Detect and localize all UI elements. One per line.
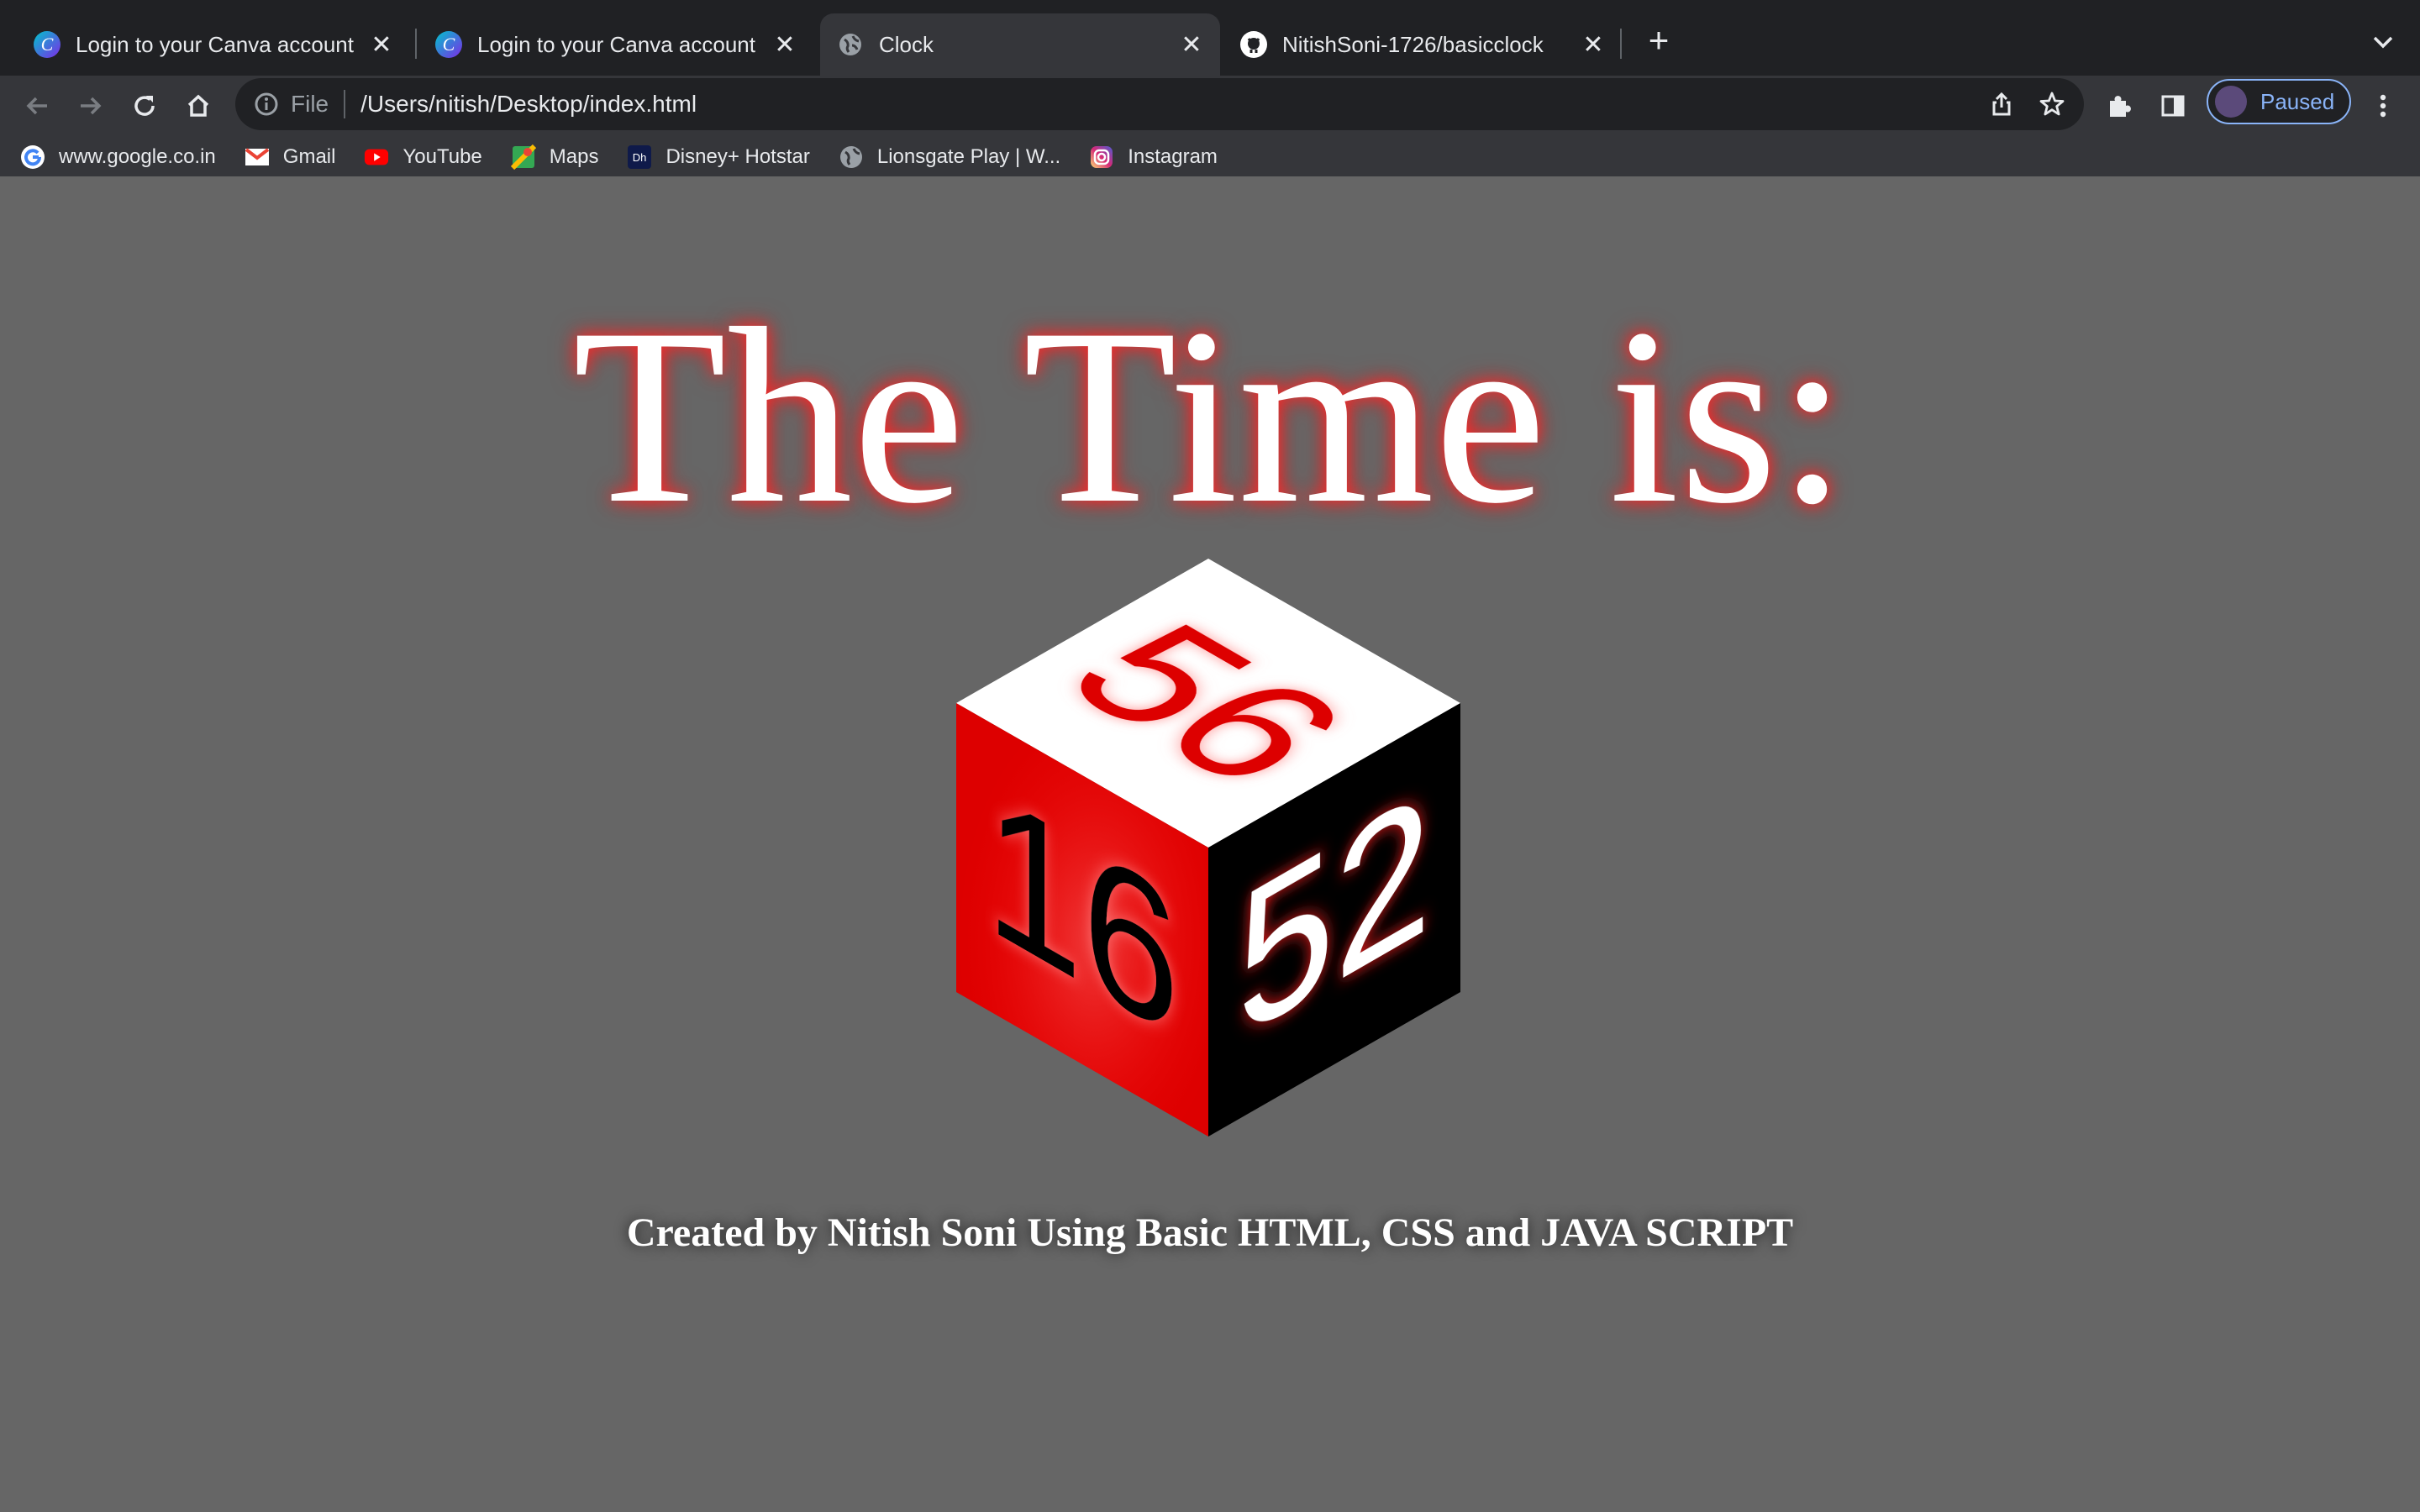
tab-strip: C Login to your Canva account ✕ C Login … [0,0,2420,76]
avatar [2215,86,2247,118]
maps-icon [510,144,536,170]
bookmark-label: Lionsgate Play | W... [876,145,1061,168]
canva-icon: C [34,31,60,58]
bookmark-label: YouTube [402,145,482,168]
hotstar-icon: Dh [627,144,652,170]
tab-divider [1620,29,1622,59]
close-icon[interactable]: ✕ [770,29,800,60]
profile-button[interactable]: Paused [2207,79,2351,124]
profile-status-label: Paused [2260,88,2335,114]
page-title: The Time is: [572,276,1848,555]
url-text[interactable]: /Users/nitish/Desktop/index.html [360,91,1983,118]
bookmark-hotstar[interactable]: Dh Disney+ Hotstar [627,144,810,170]
gmail-icon [245,144,270,170]
tab-title: Login to your Canva account [477,31,755,57]
bookmark-label: Gmail [282,145,336,168]
globe-icon [837,31,864,58]
browser-toolbar: File /Users/nitish/Desktop/index.html Pa… [0,76,2420,176]
bookmark-lionsgate[interactable]: Lionsgate Play | W... [839,144,1060,170]
tab-title: Clock [879,31,934,57]
chevron-down-icon [2373,36,2393,49]
bookmark-maps[interactable]: Maps [510,144,599,170]
arrow-left-icon [26,97,47,115]
side-panel-icon [2161,95,2185,117]
back-button[interactable] [15,84,59,128]
tab-search-button[interactable] [2366,25,2400,59]
globe-icon [839,144,864,170]
tab-canva-login-1[interactable]: C Login to your Canva account ✕ [17,13,410,76]
arrow-right-icon [81,97,102,115]
tab-canva-login-2[interactable]: C Login to your Canva account ✕ [418,13,813,76]
forward-button[interactable] [69,84,113,128]
tab-title: NitishSoni-1726/basicclock [1282,31,1544,57]
star-icon[interactable] [2033,86,2070,123]
share-icon[interactable] [1983,86,2020,123]
home-icon [187,94,209,117]
bookmark-label: Instagram [1128,145,1218,168]
bookmark-label: Disney+ Hotstar [666,145,810,168]
puzzle-icon [2110,96,2131,117]
github-icon [1240,31,1267,58]
url-divider [344,90,346,118]
reload-icon [134,96,155,116]
tab-github-repo[interactable]: NitishSoni-1726/basicclock ✕ [1223,13,1622,76]
close-icon[interactable]: ✕ [1578,29,1608,60]
menu-button[interactable] [2361,84,2405,128]
bookmark-gmail[interactable]: Gmail [245,144,336,170]
address-bar[interactable]: File /Users/nitish/Desktop/index.html [235,78,2084,130]
tab-title: Login to your Canva account [76,31,354,57]
extensions-button[interactable] [2097,84,2141,128]
instagram-icon [1089,144,1114,170]
tab-divider [415,29,417,59]
side-panel-button[interactable] [2151,84,2195,128]
close-icon[interactable]: ✕ [1176,29,1207,60]
bookmark-label: www.google.co.in [59,145,216,168]
info-icon[interactable] [254,92,279,117]
youtube-icon [364,144,389,170]
bookmark-google[interactable]: www.google.co.in [20,144,216,170]
clock-cube: 56 16 52 [956,559,1460,1137]
bookmark-youtube[interactable]: YouTube [364,144,482,170]
url-scheme-label: File [291,91,329,117]
footer-credit: Created by Nitish Soni Using Basic HTML,… [626,1210,1794,1255]
bookmarks-bar: www.google.co.in Gmail YouTube Maps Dh D… [0,138,1246,176]
svg-text:Dh: Dh [633,151,647,164]
reload-button[interactable] [123,84,166,128]
bookmark-label: Maps [549,145,599,168]
kebab-menu-icon [2380,94,2386,118]
home-button[interactable] [176,84,220,128]
tab-clock[interactable]: Clock ✕ [820,13,1220,76]
close-icon[interactable]: ✕ [366,29,397,60]
google-icon [20,144,45,170]
bookmark-instagram[interactable]: Instagram [1089,144,1218,170]
new-tab-button[interactable]: + [1642,20,1676,60]
canva-icon: C [435,31,462,58]
